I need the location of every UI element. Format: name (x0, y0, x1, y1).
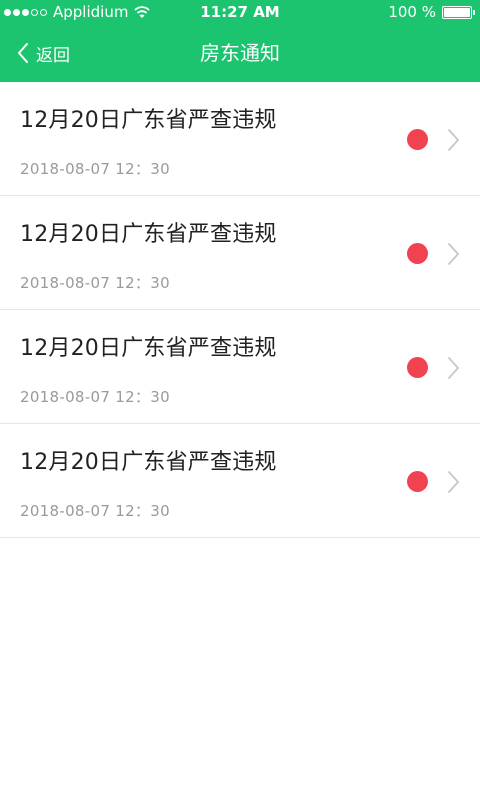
notification-item[interactable]: 12月20日广东省严查违规 2018-08-07 12：30 (0, 424, 480, 538)
unread-dot (407, 357, 428, 378)
notification-time: 2018-08-07 12：30 (20, 160, 170, 178)
page-title: 房东通知 (200, 41, 280, 65)
notification-item[interactable]: 12月20日广东省严查违规 2018-08-07 12：30 (0, 82, 480, 196)
nav-bar: 返回 房东通知 (0, 24, 480, 82)
notification-time: 2018-08-07 12：30 (20, 388, 170, 406)
notification-item[interactable]: 12月20日广东省严查违规 2018-08-07 12：30 (0, 196, 480, 310)
chevron-right-icon (448, 471, 459, 493)
notification-time: 2018-08-07 12：30 (20, 502, 170, 520)
notification-time: 2018-08-07 12：30 (20, 274, 170, 292)
notification-title: 12月20日广东省严查违规 (20, 336, 277, 361)
chevron-left-icon (18, 43, 28, 63)
notification-item[interactable]: 12月20日广东省严查违规 2018-08-07 12：30 (0, 310, 480, 424)
status-right: 100 % (388, 0, 475, 24)
unread-dot (407, 243, 428, 264)
battery-percentage: 100 % (388, 3, 436, 21)
back-label: 返回 (36, 45, 70, 66)
notification-title: 12月20日广东省严查违规 (20, 222, 277, 247)
top-bar: Applidium 11:27 AM 100 % 返回 房东通知 (0, 0, 480, 82)
battery-icon (442, 5, 475, 19)
status-bar: Applidium 11:27 AM 100 % (0, 0, 480, 24)
chevron-right-icon (448, 243, 459, 265)
unread-dot (407, 471, 428, 492)
app-screen: Applidium 11:27 AM 100 % 返回 房东通知 12月20日广… (0, 0, 480, 800)
chevron-right-icon (448, 129, 459, 151)
notification-title: 12月20日广东省严查违规 (20, 450, 277, 475)
chevron-right-icon (448, 357, 459, 379)
unread-dot (407, 129, 428, 150)
back-button[interactable]: 返回 (16, 24, 70, 82)
notification-list: 12月20日广东省严查违规 2018-08-07 12：30 12月20日广东省… (0, 82, 480, 538)
notification-title: 12月20日广东省严查违规 (20, 108, 277, 133)
